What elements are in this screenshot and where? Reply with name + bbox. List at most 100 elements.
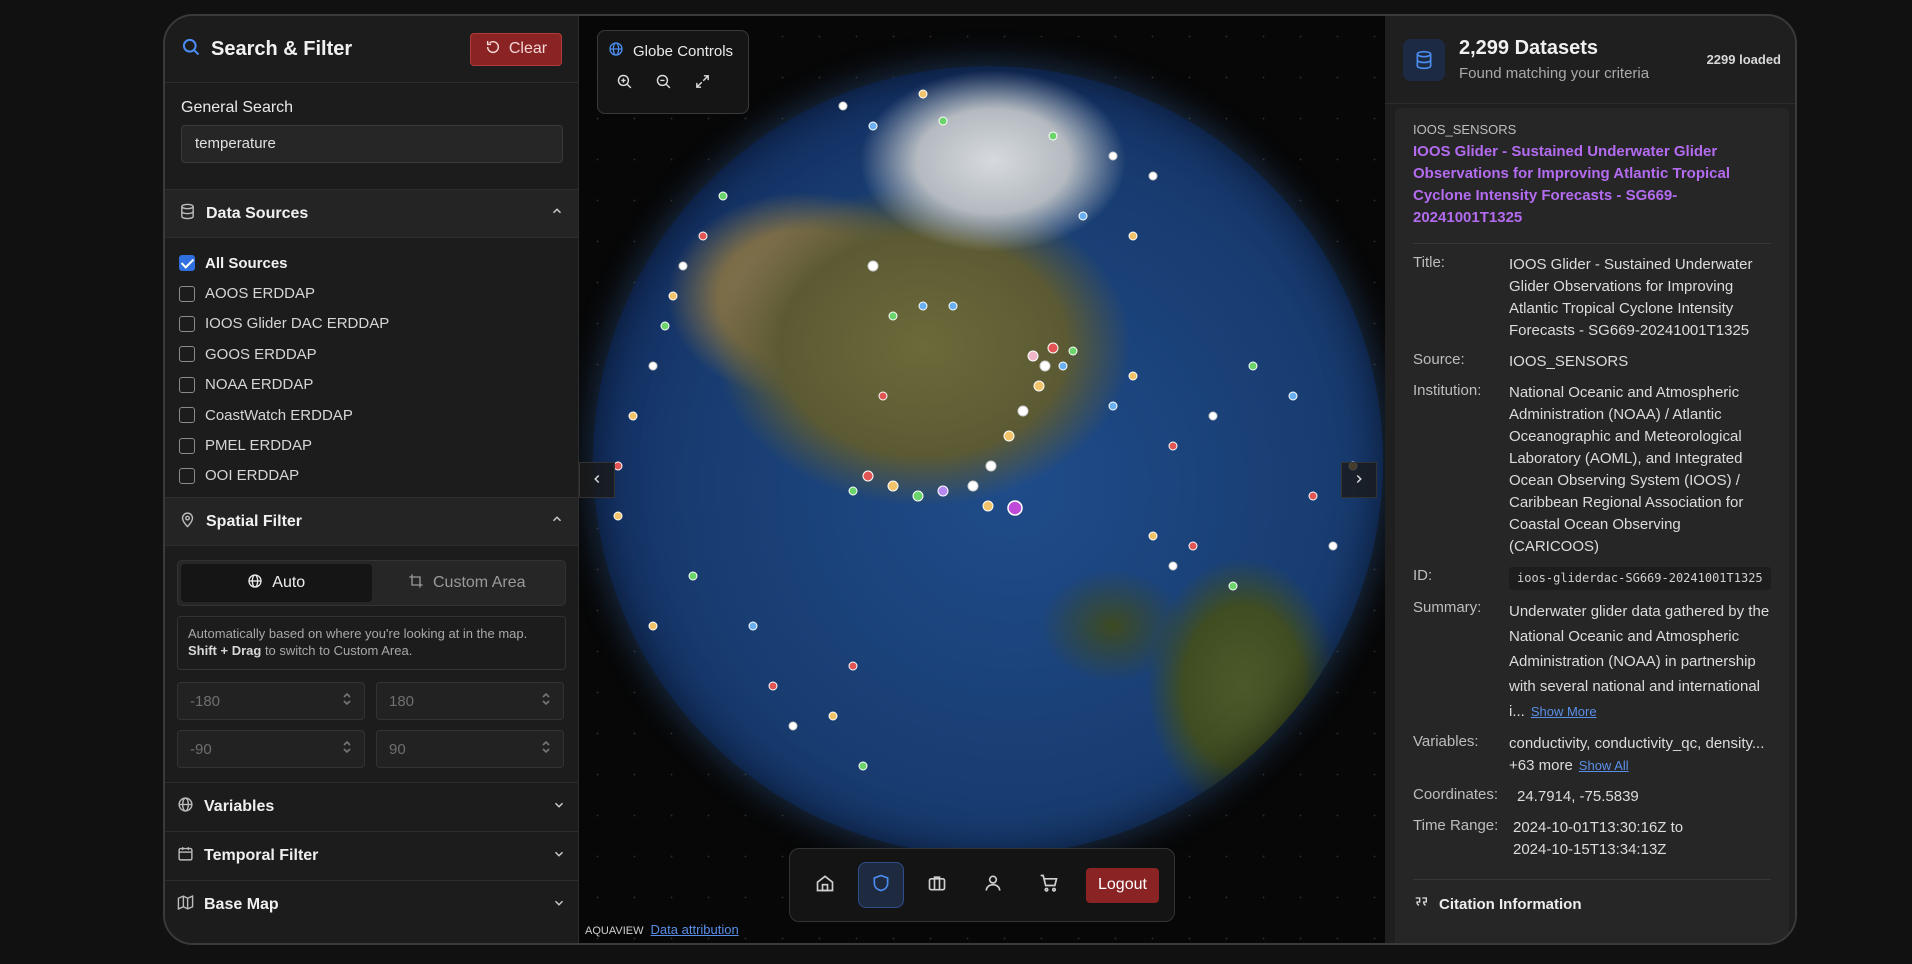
spatial-mode-toggle: Auto Custom Area [177,560,566,607]
marker-cluster-west-coast[interactable] [613,191,728,521]
detail-value: IOOS_SENSORS [1509,353,1629,370]
chevron-up-icon [550,204,564,223]
data-sources-title: Data Sources [206,204,309,222]
detail-time-range: Time Range: 2024-10-01T13:30:16Z to 2024… [1413,817,1771,861]
marker-scatter-pacific[interactable] [648,571,868,771]
checkbox[interactable] [179,376,195,393]
profile-button[interactable] [970,862,1016,908]
briefcase-button[interactable] [914,862,960,908]
min-latitude-input[interactable]: -90 [177,730,365,769]
source-label: PMEL ERDDAP [205,437,312,455]
spatial-filter-title: Spatial Filter [206,512,303,530]
citation-title: Citation Information [1439,895,1582,913]
collapse-right-panel-button[interactable] [1341,462,1377,498]
zoom-out-icon[interactable] [655,73,672,95]
marker-cluster-gulf[interactable] [848,470,1023,516]
note-text: Automatically based on where you're look… [188,626,528,642]
detail-value: 2024-10-01T13:30:16Z to 2024-10-15T13:34… [1513,819,1684,858]
checkbox[interactable] [179,467,195,484]
source-label: CoastWatch ERDDAP [205,406,353,424]
detail-key: ID: [1413,567,1433,584]
checkbox[interactable] [179,437,195,454]
stepper-icon[interactable] [541,740,551,758]
max-longitude-value: 180 [389,692,415,710]
globe-controls-header: Globe Controls [608,41,738,61]
results-count-title: 2,299 Datasets [1459,37,1598,59]
globe-controls-title: Globe Controls [633,42,734,60]
detail-key: Summary: [1413,599,1482,616]
checkbox[interactable] [179,346,195,363]
dataset-source-tag: IOOS_SENSORS [1413,122,1517,137]
marker-cluster-east-coast[interactable] [985,342,1078,472]
app-window: Search & Filter Clear General Search tem… [163,14,1797,945]
source-checkbox-ioos-glider[interactable]: IOOS Glider DAC ERDDAP [179,309,564,339]
search-icon [181,37,201,62]
source-checkbox-ooi[interactable]: OOI ERDDAP [179,461,564,491]
show-all-link[interactable]: Show All [1579,758,1629,773]
bbox-inputs: -180 180 -90 90 [177,682,566,769]
bottom-dock: Logout [789,848,1175,922]
checkbox[interactable] [179,315,195,332]
detail-source: Source: IOOS_SENSORS [1413,351,1771,373]
mode-auto-label: Auto [272,574,306,592]
min-longitude-input[interactable]: -180 [177,682,365,721]
source-checkbox-pmel[interactable]: PMEL ERDDAP [179,430,564,460]
summary-text: Underwater glider data gathered by the N… [1509,603,1770,720]
detail-key: Institution: [1413,382,1482,399]
logout-button[interactable]: Logout [1086,867,1159,903]
min-latitude-value: -90 [190,740,212,758]
source-checkbox-goos[interactable]: GOOS ERDDAP [179,339,564,369]
loaded-count: 2299 loaded [1706,52,1781,67]
detail-title: Title: IOOS Glider - Sustained Underwate… [1413,254,1771,342]
checkbox[interactable] [179,407,195,424]
shield-button[interactable] [858,862,904,908]
citation-header[interactable]: Citation Information [1413,879,1771,914]
dataset-card[interactable]: IOOS_SENSORS IOOS Glider - Sustained Und… [1395,108,1789,943]
briefcase-icon [927,873,947,898]
map-icon [177,894,194,916]
panel-title: Search & Filter [211,37,353,60]
general-search-input[interactable]: temperature [181,125,563,163]
show-more-link[interactable]: Show More [1531,704,1597,719]
collapse-left-panel-button[interactable] [579,462,615,498]
base-map-title: Base Map [204,896,279,914]
chevron-left-icon [590,470,604,491]
base-map-header[interactable]: Base Map [165,880,578,929]
marker-scatter-north[interactable] [838,89,1158,401]
stepper-icon[interactable] [342,740,352,758]
home-button[interactable] [802,862,848,908]
clear-button[interactable]: Clear [470,32,562,66]
source-checkbox-aoos[interactable]: AOOS ERDDAP [179,278,564,308]
detail-key: Source: [1413,351,1465,368]
source-checkbox-noaa[interactable]: NOAA ERDDAP [179,370,564,400]
spatial-filter-header[interactable]: Spatial Filter [165,497,578,547]
globe-controls: Globe Controls [597,30,749,114]
globe-icon [608,41,624,61]
marker-scatter-atlantic[interactable] [1108,361,1358,591]
variables-header[interactable]: Variables [165,782,578,831]
checkbox[interactable] [179,285,195,302]
dataset-markers [613,89,1358,771]
max-longitude-input[interactable]: 180 [376,682,564,721]
zoom-in-icon[interactable] [616,73,633,95]
general-search-label: General Search [181,99,294,116]
source-checkbox-all[interactable]: All Sources [179,248,564,278]
temporal-filter-header[interactable]: Temporal Filter [165,831,578,880]
globe-map-view[interactable]: Globe Controls Logout AQUAVIEW Data attr… [579,16,1385,943]
stepper-icon[interactable] [541,692,551,710]
checkbox[interactable] [179,255,195,272]
source-checkbox-coastwatch[interactable]: CoastWatch ERDDAP [179,400,564,430]
dataset-title-link[interactable]: IOOS Glider - Sustained Underwater Glide… [1413,141,1763,229]
fullscreen-icon[interactable] [694,73,711,95]
cart-button[interactable] [1026,862,1072,908]
data-sources-header[interactable]: Data Sources [165,189,578,238]
mode-custom-area-button[interactable]: Custom Area [372,564,563,602]
quote-icon [1413,894,1429,914]
mode-auto-button[interactable]: Auto [181,564,372,603]
max-latitude-input[interactable]: 90 [376,730,564,769]
stepper-icon[interactable] [342,692,352,710]
globe[interactable] [593,66,1383,856]
results-count-subtitle: Found matching your criteria [1459,65,1650,82]
globe-icon [177,796,194,818]
data-attribution-link[interactable]: Data attribution [651,922,739,937]
